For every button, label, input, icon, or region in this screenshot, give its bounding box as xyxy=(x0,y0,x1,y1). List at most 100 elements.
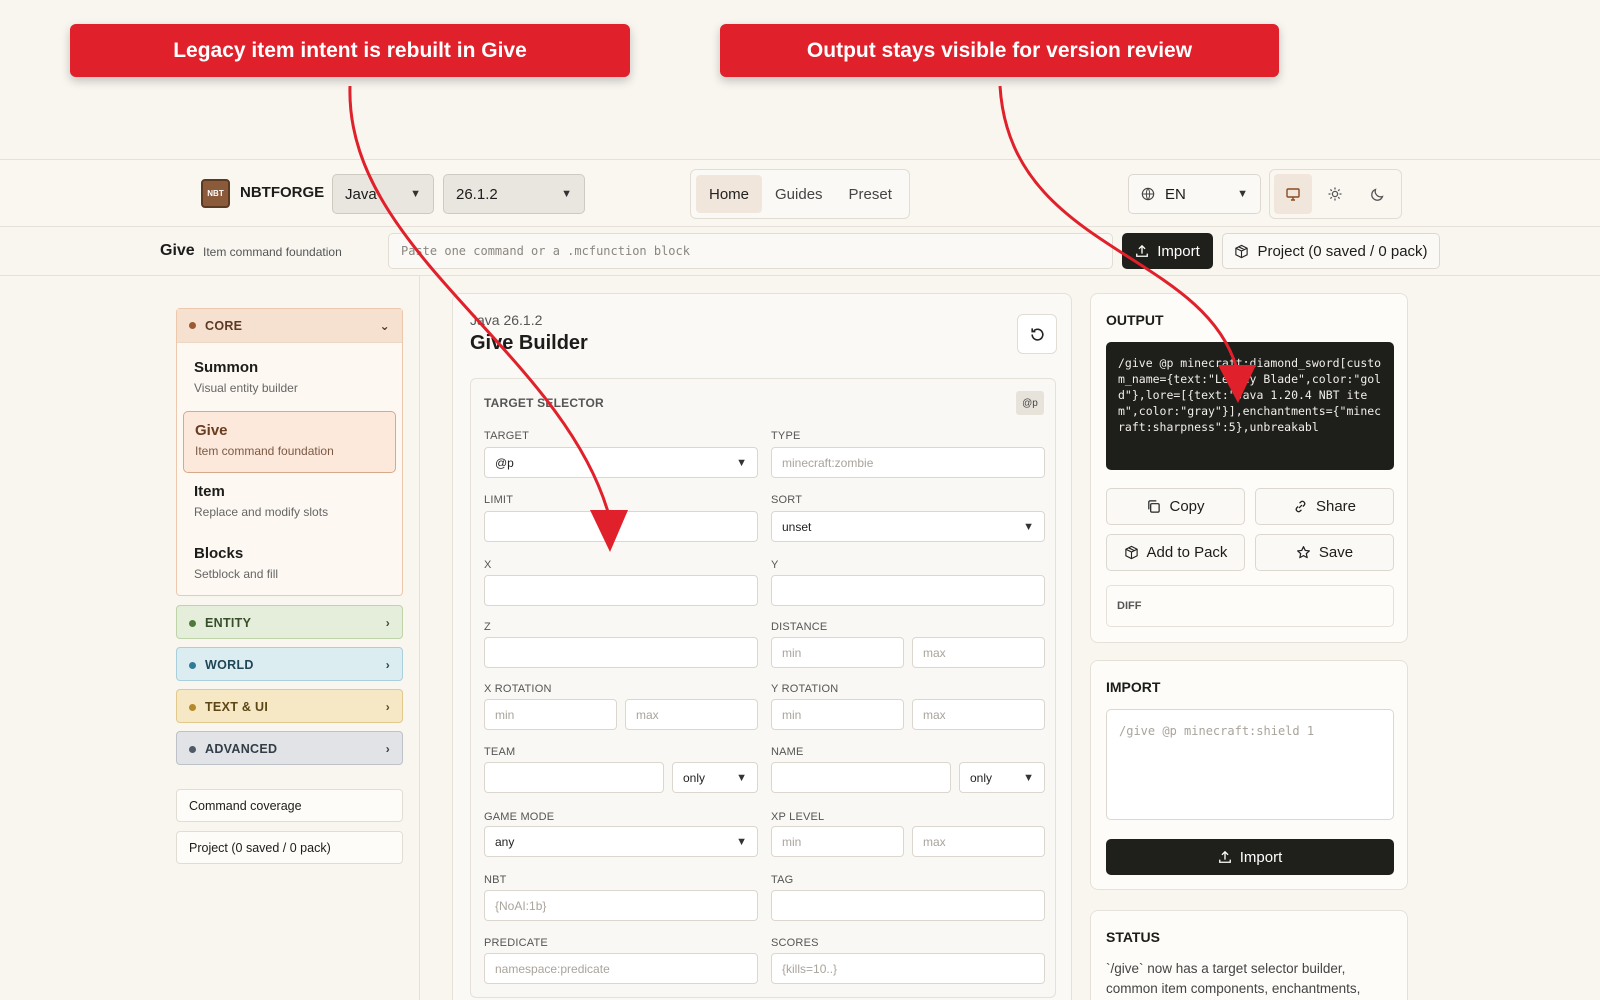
name-input[interactable] xyxy=(771,762,951,793)
distance-label: DISTANCE xyxy=(771,621,828,633)
sidebar-item-title: Summon xyxy=(194,359,259,376)
chevron-down-icon: ▼ xyxy=(736,771,747,784)
command-paste-input[interactable]: Paste one command or a .mcfunction block xyxy=(388,233,1113,269)
builder-version: Java 26.1.2 xyxy=(470,312,543,328)
package-icon xyxy=(1235,244,1249,258)
sidebar-item-give[interactable]: Give Item command foundation xyxy=(183,411,396,473)
sidebar-divider xyxy=(419,276,420,1000)
theme-light-button[interactable] xyxy=(1316,174,1354,214)
chevron-right-icon: › xyxy=(385,616,390,630)
moon-icon xyxy=(1371,188,1384,201)
theme-system-button[interactable] xyxy=(1274,174,1313,214)
y-input[interactable] xyxy=(771,575,1045,606)
chevron-down-icon: ▼ xyxy=(1023,520,1034,533)
name-mode-value: only xyxy=(970,770,993,785)
category-dot xyxy=(189,745,196,753)
xp-level-max-input[interactable]: max xyxy=(912,826,1045,857)
z-label: Z xyxy=(484,621,491,633)
chevron-down-icon: ⌄ xyxy=(379,318,390,333)
nbt-input[interactable]: {NoAI:1b} xyxy=(484,890,758,921)
edition-value: Java xyxy=(345,185,377,203)
category-advanced[interactable]: ADVANCED › xyxy=(176,731,403,765)
sidebar-item-summon[interactable]: Summon Visual entity builder xyxy=(183,349,396,411)
limit-input[interactable] xyxy=(484,511,758,542)
type-input[interactable]: minecraft:zombie xyxy=(771,447,1045,478)
scores-input[interactable]: {kills=10..} xyxy=(771,953,1045,984)
command-coverage-link[interactable]: Command coverage xyxy=(176,789,403,822)
name-mode-select[interactable]: only ▼ xyxy=(959,762,1045,793)
type-label: TYPE xyxy=(771,430,801,442)
sidebar-item-item[interactable]: Item Replace and modify slots xyxy=(183,473,396,535)
add-to-pack-button[interactable]: Add to Pack xyxy=(1106,534,1245,571)
game-mode-select[interactable]: any ▼ xyxy=(484,826,758,857)
category-dot xyxy=(189,322,196,329)
name-label: NAME xyxy=(771,746,804,758)
category-core-label: CORE xyxy=(205,318,243,333)
category-core: CORE ⌄ Summon Visual entity builder Give… xyxy=(176,308,403,596)
tab-guides[interactable]: Guides xyxy=(762,175,836,213)
tab-home[interactable]: Home xyxy=(696,175,763,213)
sidebar-item-subtitle: Setblock and fill xyxy=(194,567,279,581)
chevron-right-icon: › xyxy=(385,742,390,756)
sort-select[interactable]: unset ▼ xyxy=(771,511,1045,542)
x-rotation-max-input[interactable]: max xyxy=(625,699,758,730)
team-mode-select[interactable]: only ▼ xyxy=(672,762,758,793)
language-select[interactable]: EN ▼ xyxy=(1128,174,1261,214)
sidebar-item-subtitle: Item command foundation xyxy=(195,444,334,458)
globe-icon xyxy=(1141,187,1155,201)
category-entity[interactable]: ENTITY › xyxy=(176,605,403,639)
brand-name[interactable]: NBTFORGE xyxy=(240,184,324,201)
output-panel: OUTPUT /give @p minecraft:diamond_sword[… xyxy=(1090,293,1408,643)
import-title: IMPORT xyxy=(1106,679,1161,695)
tab-preset[interactable]: Preset xyxy=(836,175,905,213)
reset-button[interactable] xyxy=(1017,314,1057,354)
link-icon xyxy=(1295,500,1306,513)
sidebar-project-link[interactable]: Project (0 saved / 0 pack) xyxy=(176,831,403,864)
import-button[interactable]: Import xyxy=(1122,233,1213,269)
diff-toggle[interactable]: DIFF xyxy=(1106,585,1394,627)
tag-input[interactable] xyxy=(771,890,1045,921)
brand-logo[interactable]: NBT xyxy=(201,179,230,208)
version-select[interactable]: 26.1.2 ▼ xyxy=(443,174,585,214)
z-input[interactable] xyxy=(484,637,758,668)
category-advanced-label: ADVANCED xyxy=(205,742,278,756)
category-text-ui[interactable]: TEXT & UI › xyxy=(176,689,403,723)
target-value: @p xyxy=(495,455,514,470)
target-select[interactable]: @p ▼ xyxy=(484,447,758,478)
team-input[interactable] xyxy=(484,762,664,793)
edition-select[interactable]: Java ▼ xyxy=(332,174,434,214)
project-button[interactable]: Project (0 saved / 0 pack) xyxy=(1222,233,1440,269)
predicate-input[interactable]: namespace:predicate xyxy=(484,953,758,984)
output-code[interactable]: /give @p minecraft:diamond_sword[custom_… xyxy=(1106,342,1394,470)
chevron-down-icon: ▼ xyxy=(736,456,747,469)
x-rotation-min-input[interactable]: min xyxy=(484,699,617,730)
sidebar-item-title: Blocks xyxy=(194,545,244,562)
y-rotation-min-input[interactable]: min xyxy=(771,699,904,730)
copy-button[interactable]: Copy xyxy=(1106,488,1245,525)
chevron-down-icon: ▼ xyxy=(410,188,421,200)
category-dot xyxy=(189,661,196,669)
import-panel-button[interactable]: Import xyxy=(1106,839,1394,875)
sidebar-item-title: Give xyxy=(195,422,228,439)
y-rotation-max-input[interactable]: max xyxy=(912,699,1045,730)
theme-dark-button[interactable] xyxy=(1359,174,1397,214)
chevron-down-icon: ▼ xyxy=(1023,771,1034,784)
distance-max-input[interactable]: max xyxy=(912,637,1045,668)
x-input[interactable] xyxy=(484,575,758,606)
logo-text: NBT xyxy=(207,189,224,198)
team-label: TEAM xyxy=(484,746,516,758)
share-button[interactable]: Share xyxy=(1255,488,1394,525)
chevron-down-icon: ▼ xyxy=(736,835,747,848)
category-world[interactable]: WORLD › xyxy=(176,647,403,681)
chevron-down-icon: ▼ xyxy=(1237,188,1248,200)
import-textarea[interactable]: /give @p minecraft:shield 1 xyxy=(1106,709,1394,820)
sidebar-item-blocks[interactable]: Blocks Setblock and fill xyxy=(183,535,396,597)
category-text-ui-label: TEXT & UI xyxy=(205,700,269,714)
xp-level-min-input[interactable]: min xyxy=(771,826,904,857)
save-button[interactable]: Save xyxy=(1255,534,1394,571)
command-bar: Give Item command foundation Paste one c… xyxy=(0,228,1600,276)
language-value: EN xyxy=(1165,185,1186,203)
category-core-header[interactable]: CORE ⌄ xyxy=(177,309,402,343)
distance-min-input[interactable]: min xyxy=(771,637,904,668)
sort-label: SORT xyxy=(771,494,803,506)
